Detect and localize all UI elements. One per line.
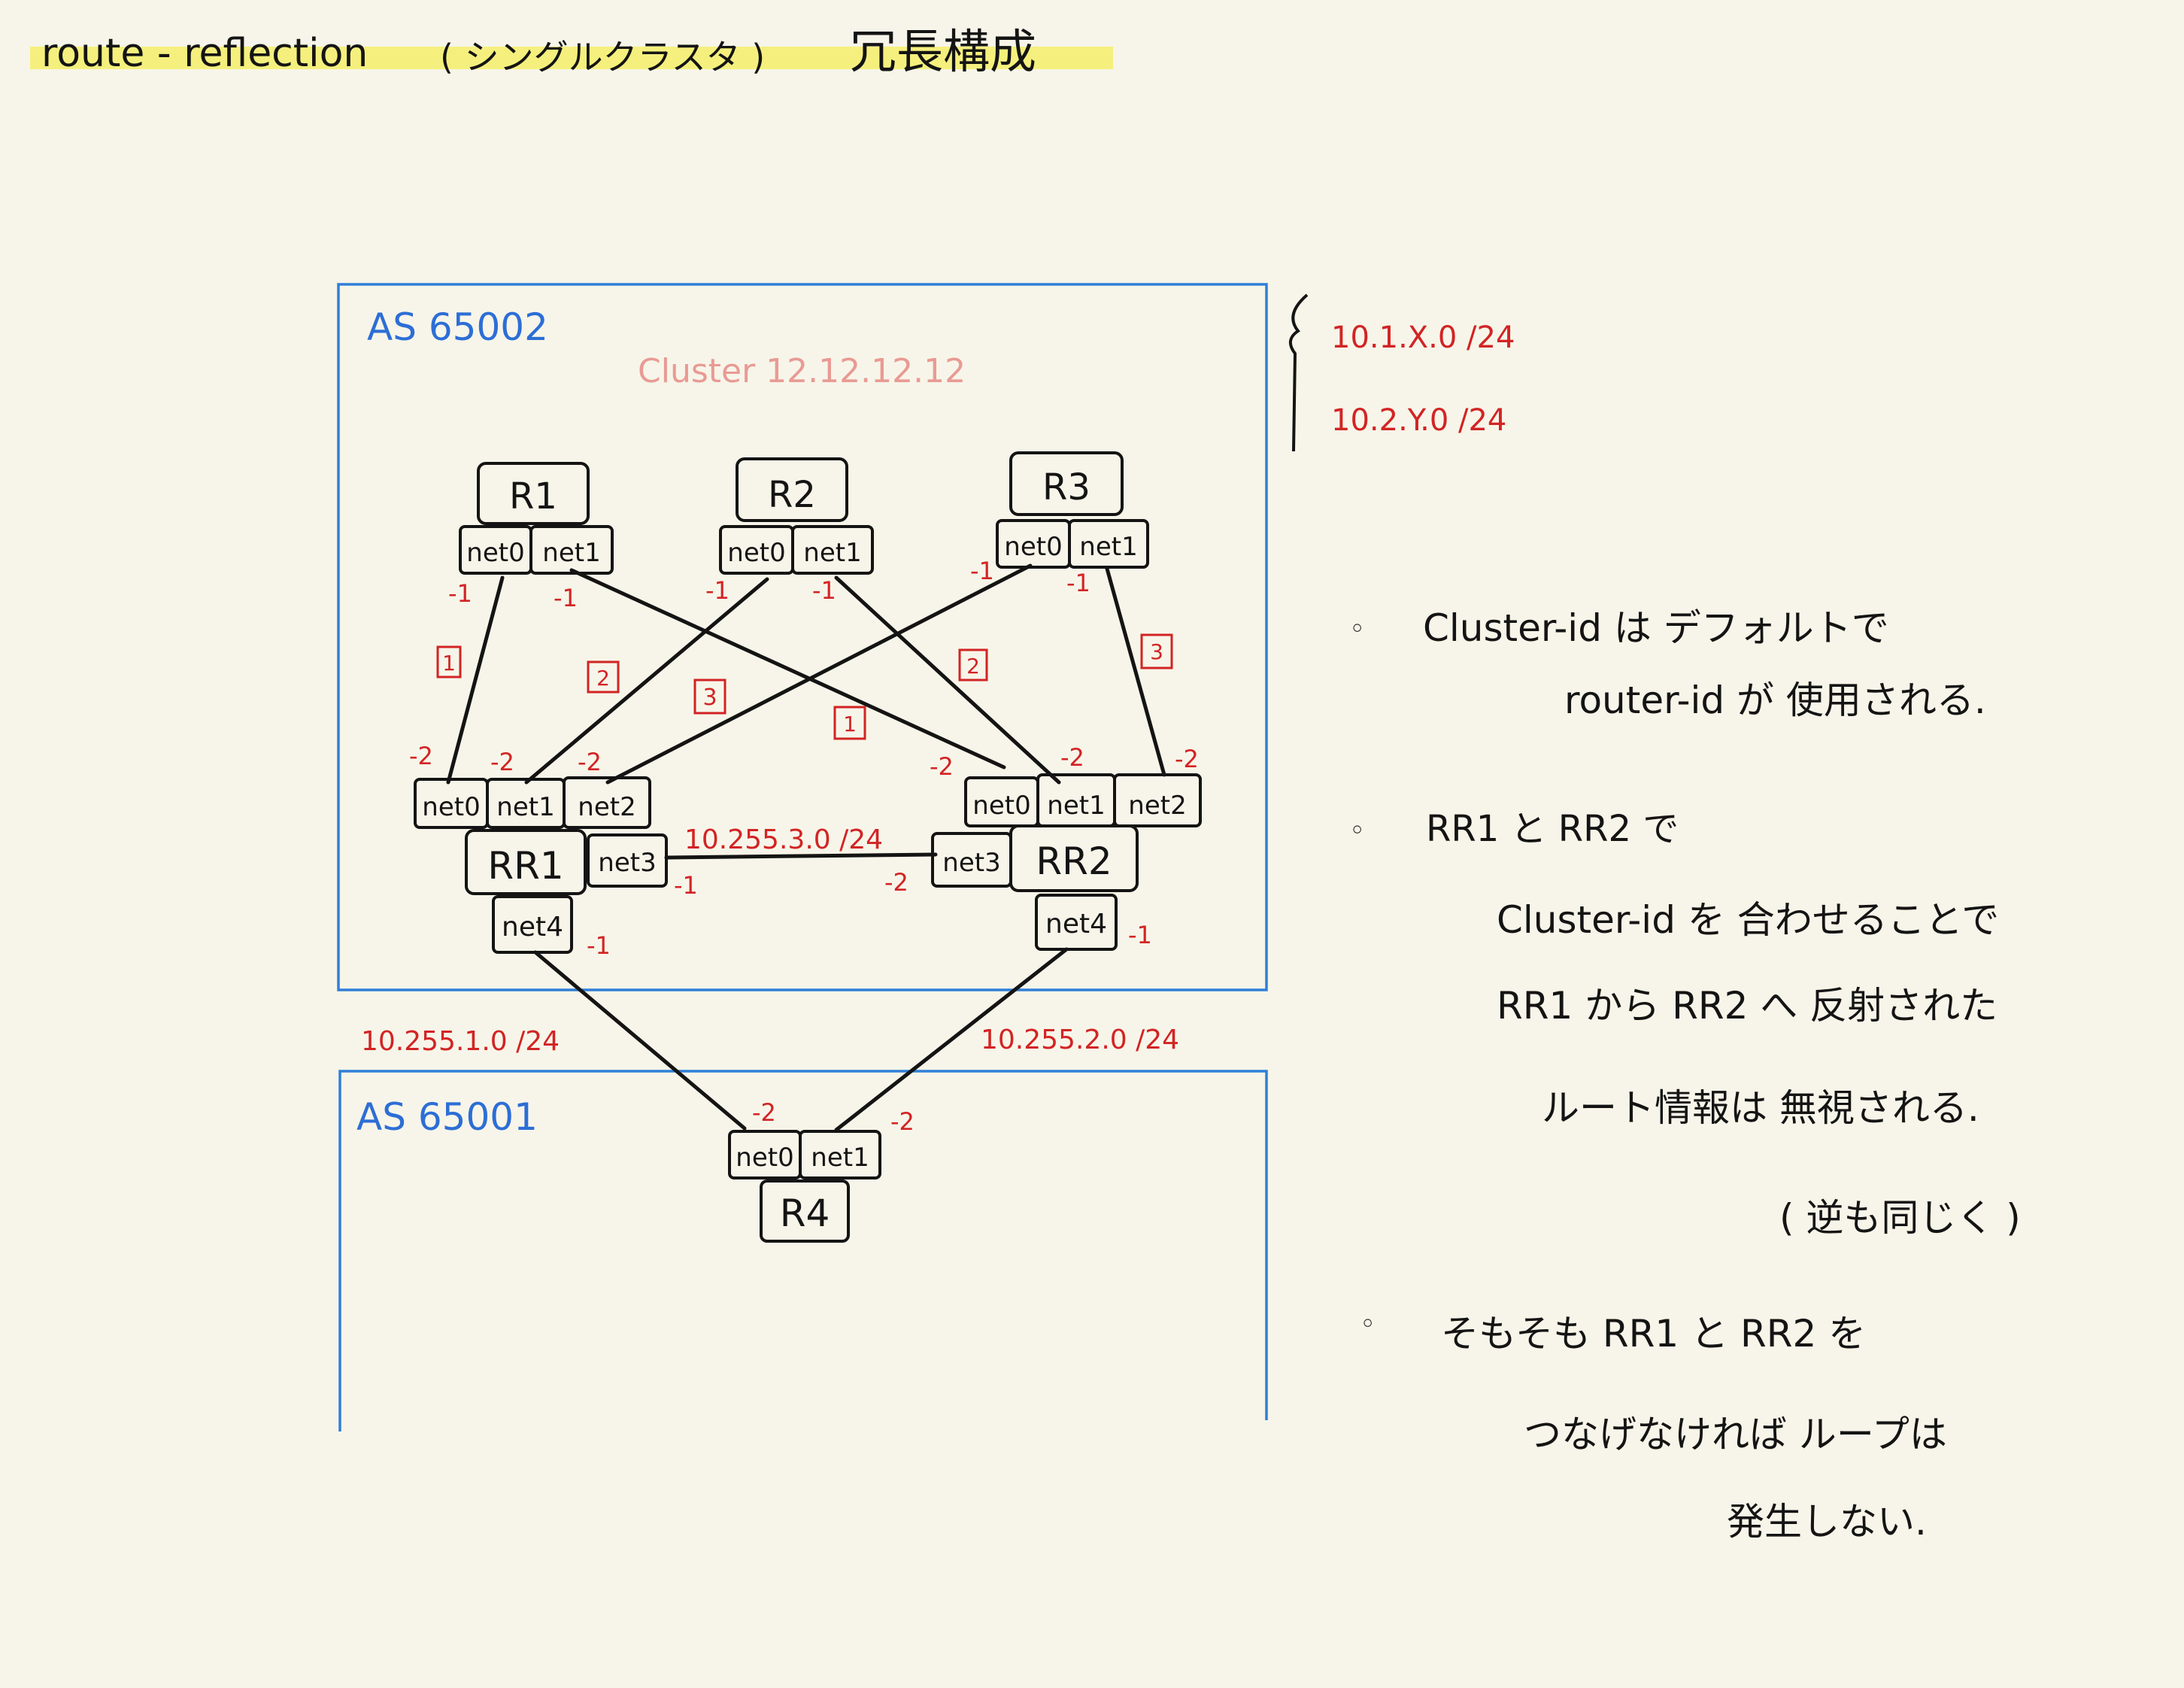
link-number: 3 (1150, 639, 1163, 664)
title-paren: ( シングルクラスタ ) (440, 37, 765, 77)
iface-label: net2 (578, 792, 635, 822)
link-r1-rr2 (569, 568, 1006, 770)
link-number: 2 (966, 654, 980, 679)
as-65001-label: AS 65001 (356, 1095, 538, 1139)
iface-label: net4 (1045, 909, 1107, 940)
subnet-rr-link: 10.255.3.0 /24 (684, 824, 883, 855)
iface-label: net2 (1128, 791, 1186, 821)
link-number: 1 (843, 712, 857, 736)
iface-addr: -2 (752, 1098, 776, 1127)
iface-addr: -1 (554, 584, 578, 612)
note-line: ルート情報は 無視される. (1542, 1086, 1979, 1130)
router-rr2: net0 net1 net2 net3 RR2 net4 -2 -2 -2 -2… (884, 743, 1202, 951)
router-label: R4 (780, 1192, 830, 1235)
router-r1: R1 net0 net1 -1 -1 (448, 462, 614, 612)
iface-label: net0 (466, 538, 524, 568)
iface-label: net0 (1004, 532, 1062, 562)
iface-label: net0 (727, 538, 785, 568)
iface-label: net0 (422, 792, 480, 822)
cluster-label: Cluster 12.12.12.12 (638, 352, 966, 390)
link-number: 2 (596, 666, 610, 691)
router-rr1: net0 net1 net2 RR1 net3 net4 -2 -2 -2 -1… (409, 742, 698, 960)
subnet-rr1-r4: 10.255.1.0 /24 (361, 1026, 560, 1057)
iface-addr: -2 (490, 748, 514, 776)
iface-label: net1 (1047, 791, 1105, 821)
note-line: つなげなければ ループは (1524, 1413, 1947, 1456)
iface-addr: -2 (578, 748, 602, 776)
note-line: RR1 と RR2 で (1426, 808, 1679, 850)
iface-addr: -2 (1060, 743, 1084, 772)
iface-addr: -2 (409, 742, 433, 770)
iface-label: net1 (803, 538, 861, 568)
notes: ◦ Cluster-id は デフォルトで router-id が 使用される.… (1349, 606, 2021, 1544)
router-label: R2 (768, 474, 816, 516)
iface-addr: -1 (674, 871, 698, 900)
title: route - reflection ( シングルクラスタ ) 冗長構成 (30, 24, 1113, 79)
iface-addr: -1 (812, 576, 836, 605)
iface-addr: -1 (587, 931, 611, 960)
iface-addr: -2 (930, 752, 954, 781)
iface-addr: -2 (1175, 745, 1199, 773)
diagram-canvas: route - reflection ( シングルクラスタ ) 冗長構成 AS … (30, 24, 2021, 1544)
brace (1289, 293, 1309, 452)
note-line: ( 逆も同じく ) (1779, 1196, 2021, 1240)
link-number: 1 (442, 651, 456, 676)
router-r4: net0 net1 R4 -2 -2 (728, 1098, 915, 1243)
link-r3-rr2 (1105, 566, 1166, 777)
iface-label: net3 (942, 848, 1000, 878)
iface-addr: -1 (705, 576, 730, 605)
iface-label: net0 (972, 791, 1030, 821)
iface-addr: -2 (884, 868, 908, 897)
title-suffix: 冗長構成 (850, 24, 1036, 79)
iface-label: net1 (811, 1143, 869, 1173)
note-line: Cluster-id は デフォルトで (1423, 606, 1889, 650)
title-prefix: route - reflection (41, 31, 368, 76)
iface-addr: -1 (1128, 921, 1152, 949)
subnet-note-1: 10.1.X.0 /24 (1331, 320, 1515, 355)
router-label: R3 (1042, 466, 1090, 509)
iface-addr: -1 (970, 557, 994, 585)
iface-label: net1 (542, 538, 600, 568)
note-line: Cluster-id を 合わせることで (1497, 898, 1999, 942)
iface-addr: -1 (448, 579, 472, 608)
note-line: 発生しない. (1727, 1500, 1927, 1544)
iface-label: net4 (502, 912, 563, 943)
note-bullet: ◦ (1349, 815, 1365, 846)
note-bullet: ◦ (1349, 614, 1365, 645)
router-label: RR2 (1036, 839, 1112, 883)
note-line: RR1 から RR2 へ 反射された (1497, 984, 1997, 1028)
iface-label: net1 (496, 792, 554, 822)
link-numbers: 1 2 3 1 2 3 (436, 633, 1173, 740)
iface-addr: -2 (890, 1107, 915, 1136)
router-label: RR1 (487, 844, 563, 888)
iface-label: net3 (598, 848, 656, 878)
router-r3: R3 net0 net1 -1 -1 (970, 451, 1149, 597)
as-65002-label: AS 65002 (367, 305, 548, 349)
link-rr1-r4 (533, 950, 747, 1131)
note-line: そもそも RR1 と RR2 を (1441, 1312, 1866, 1356)
router-label: R1 (509, 475, 557, 518)
note-bullet: ◦ (1360, 1309, 1376, 1340)
link-number: 3 (702, 685, 717, 711)
subnet-note-2: 10.2.Y.0 /24 (1331, 403, 1506, 438)
note-line: router-id が 使用される. (1564, 679, 1986, 722)
subnet-rr2-r4: 10.255.2.0 /24 (981, 1025, 1179, 1055)
iface-label: net1 (1079, 532, 1137, 562)
iface-addr: -1 (1066, 569, 1090, 597)
router-r2: R2 net0 net1 -1 -1 (705, 457, 874, 605)
iface-label: net0 (736, 1143, 793, 1173)
